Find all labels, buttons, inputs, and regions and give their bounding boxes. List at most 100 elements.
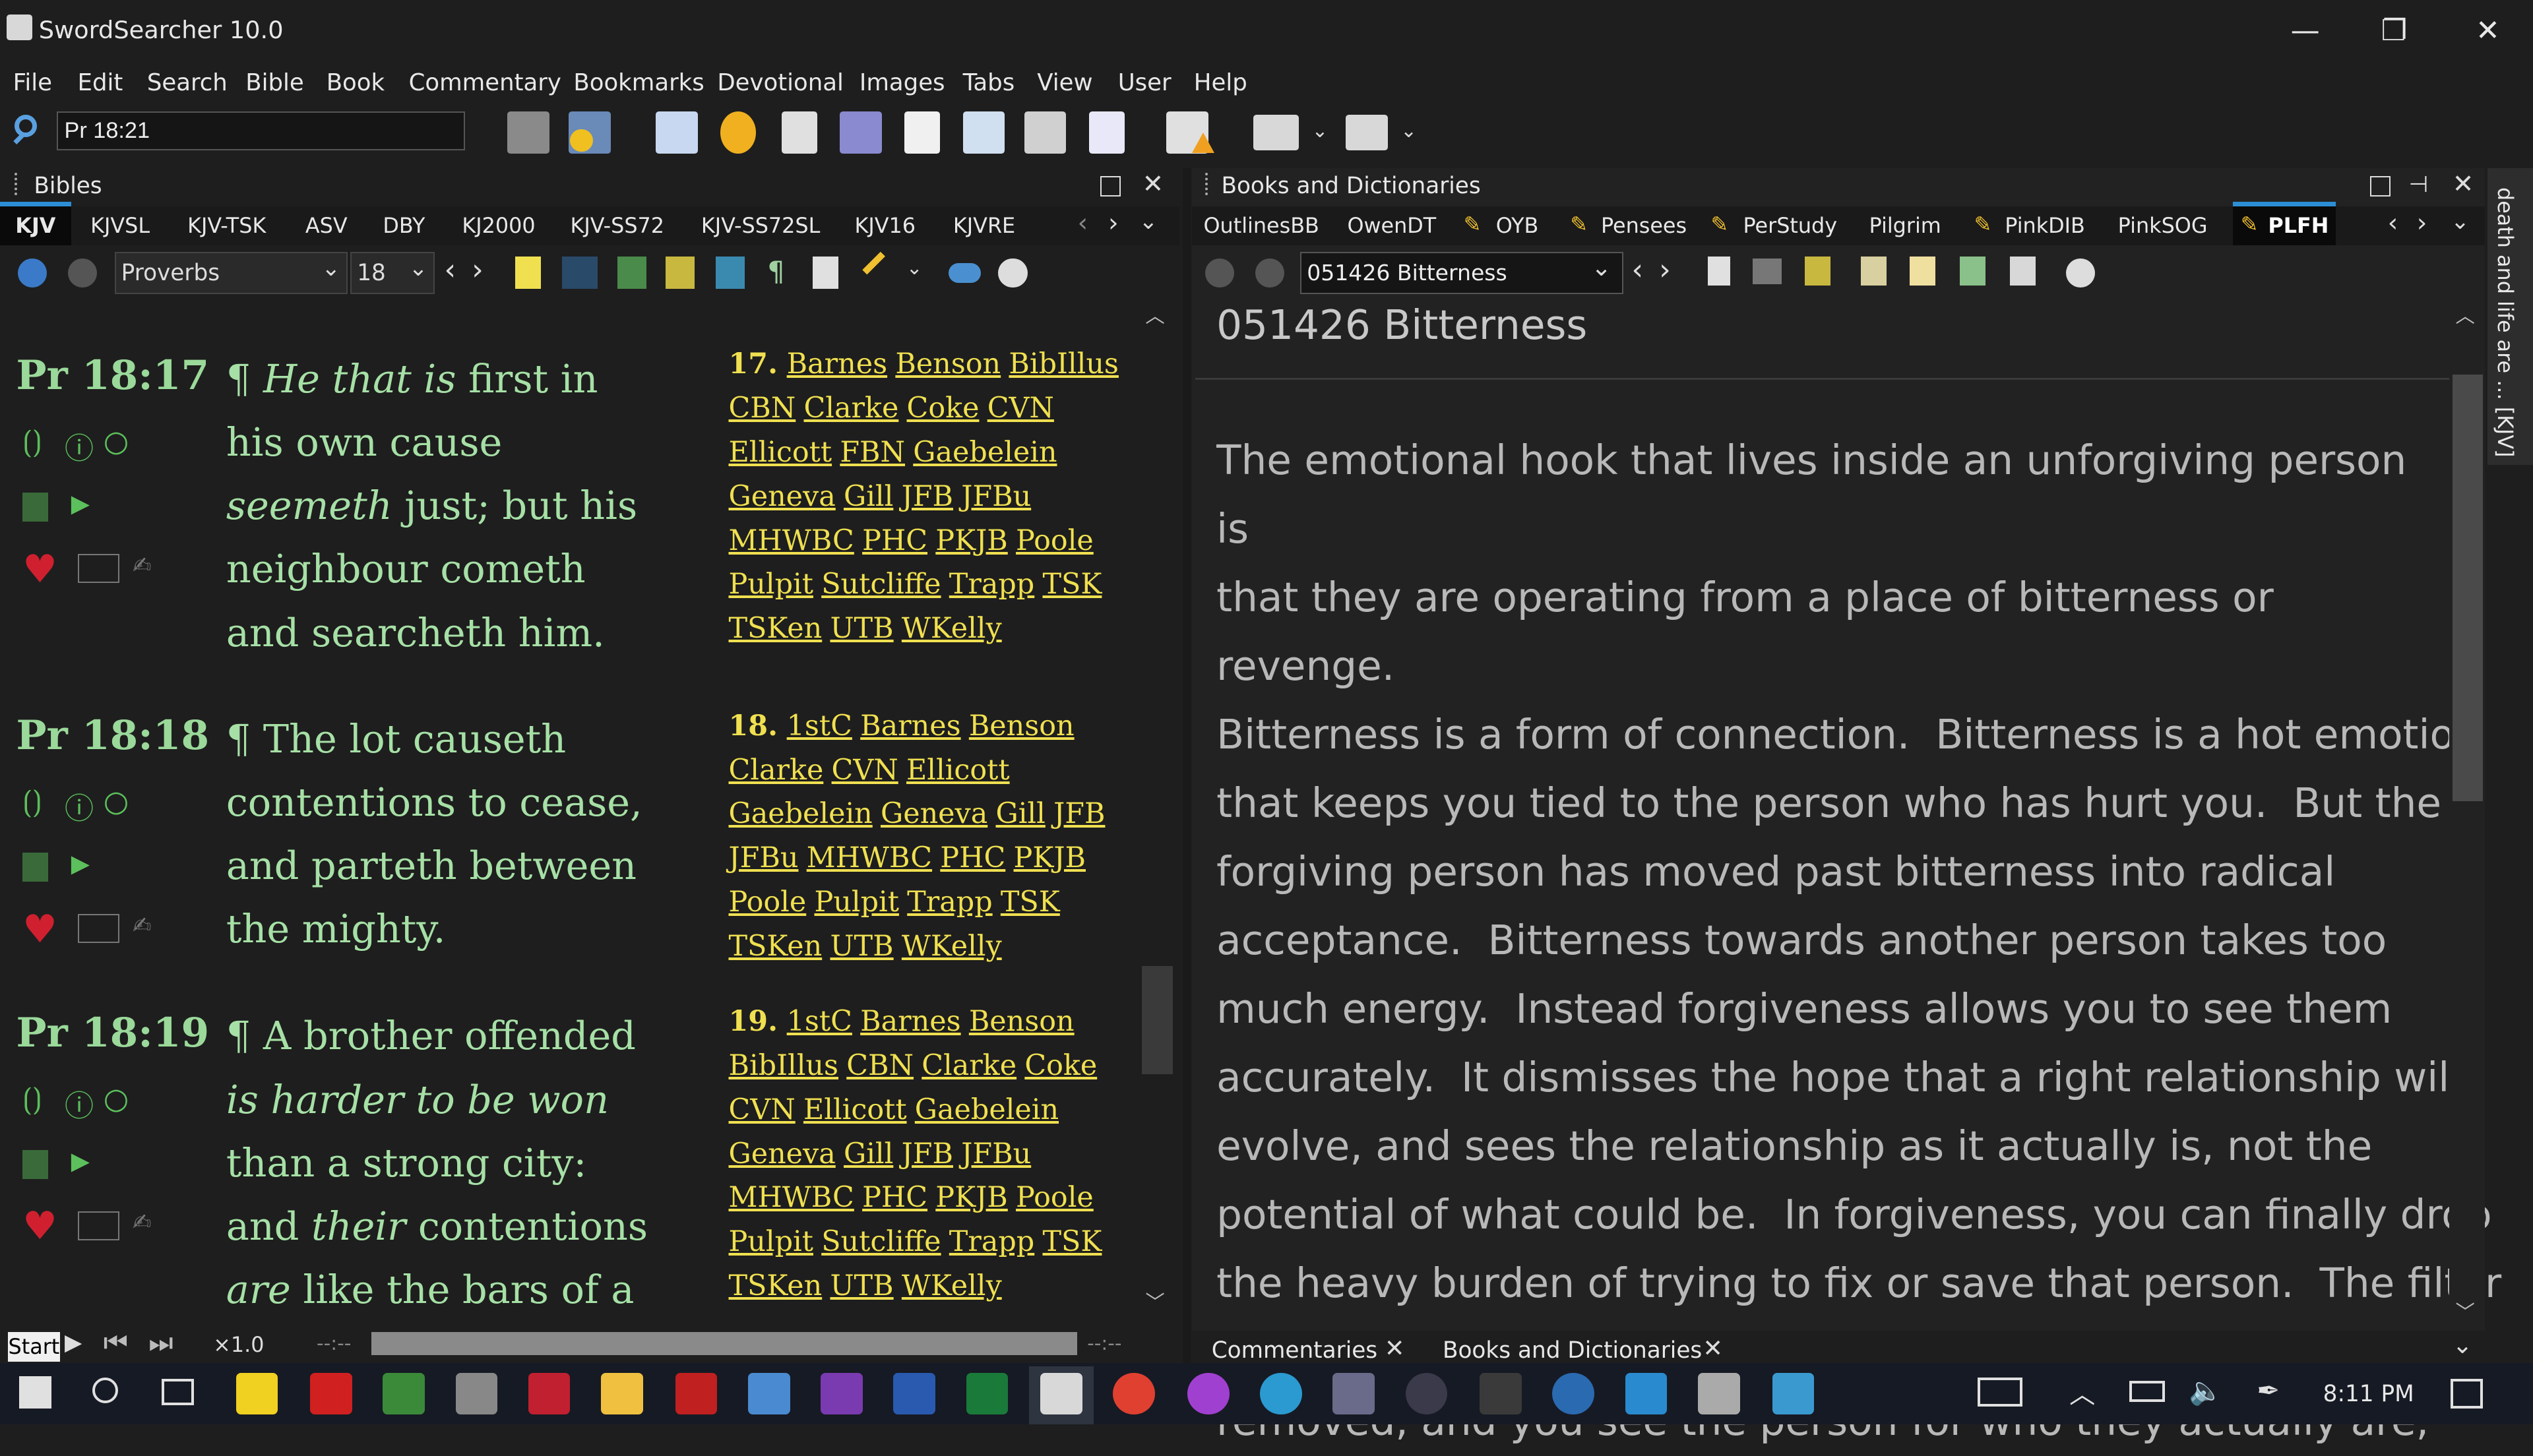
app-chat-icon[interactable] <box>1552 1372 1595 1415</box>
panel-splitter[interactable] <box>1182 167 1191 1363</box>
copy-verse-icon[interactable] <box>22 853 49 882</box>
tab-kj2000[interactable]: KJ2000 <box>462 206 535 245</box>
page-icon[interactable] <box>904 111 941 154</box>
tab-pinkdib[interactable]: PinkDIB <box>2005 206 2085 245</box>
commentary-link[interactable]: Sutcliffe <box>821 1225 941 1258</box>
commentary-link[interactable]: TSKen <box>728 930 822 963</box>
commentary-link[interactable]: JFB <box>902 1138 953 1170</box>
comment-icon[interactable]: ○ <box>104 785 129 818</box>
commentary-link[interactable]: TSK <box>1001 886 1060 919</box>
close-tab-icon[interactable]: ✕ <box>1385 1334 1405 1362</box>
app-flame-icon[interactable] <box>675 1372 718 1415</box>
commentary-link[interactable]: Coke <box>1024 1049 1097 1082</box>
commentary-link[interactable]: Trapp <box>949 1225 1034 1258</box>
commentary-link[interactable]: Gill <box>844 480 893 513</box>
tab-perstudy[interactable]: PerStudy <box>1743 206 1837 245</box>
scroll-up-icon[interactable]: ︿ <box>1145 301 1164 328</box>
app-red-icon[interactable] <box>528 1372 571 1415</box>
commentary-link[interactable]: UTB <box>830 1269 893 1302</box>
heart-icon[interactable]: ♥ <box>22 546 57 592</box>
maximize-panel-icon[interactable] <box>1100 175 1121 197</box>
commentary-link[interactable]: Ellicott <box>728 436 832 469</box>
commentary-link[interactable]: WKelly <box>902 612 1002 645</box>
layout-dropdown-chevron-icon[interactable]: ⌄ <box>1312 119 1329 142</box>
edit-icon[interactable] <box>1861 257 1887 286</box>
commentary-link[interactable]: TSKen <box>728 612 822 645</box>
tab-kjv-ss72[interactable]: KJV-SS72 <box>570 206 664 245</box>
folder-dropdown-chevron-icon[interactable]: ⌄ <box>1400 119 1417 142</box>
clock[interactable]: 8:11 PM <box>2323 1381 2414 1407</box>
commentary-link[interactable]: JFB <box>1053 797 1105 830</box>
menu-devotional[interactable]: Devotional <box>717 69 844 96</box>
commentary-link[interactable]: PKJB <box>1014 841 1086 874</box>
edge-icon[interactable] <box>1260 1372 1302 1415</box>
media-player-icon[interactable] <box>1405 1372 1448 1415</box>
app-drawer-icon[interactable] <box>1697 1372 1740 1415</box>
pdf-icon[interactable] <box>310 1372 352 1415</box>
bible-scrollbar[interactable] <box>1140 301 1173 1316</box>
verse-reference[interactable]: Pr 18:17 <box>16 352 209 399</box>
commentary-link[interactable]: TSK <box>1042 1225 1102 1258</box>
tab-pinksog[interactable]: PinkSOG <box>2118 206 2208 245</box>
commentary-link[interactable]: PHC <box>862 524 927 557</box>
tabs-list-icon[interactable]: ⌄ <box>2451 208 2470 235</box>
tab-kjvre[interactable]: KJVRE <box>953 206 1015 245</box>
word-icon[interactable] <box>893 1372 935 1415</box>
swordsearcher-taskbar-icon[interactable] <box>1040 1372 1082 1415</box>
menu-user[interactable]: User <box>1118 69 1172 96</box>
menu-commentary[interactable]: Commentary <box>409 69 561 96</box>
commentary-link[interactable]: Coke <box>907 392 980 425</box>
commentary-link[interactable]: Poole <box>728 886 806 919</box>
collapse-panel-icon[interactable]: ⌄ <box>2453 1331 2473 1359</box>
tabs-next-icon[interactable]: › <box>2417 208 2427 238</box>
news-widget-icon[interactable] <box>1977 1377 2023 1407</box>
tab-kjv-ss72sl[interactable]: KJV-SS72SL <box>701 206 821 245</box>
menu-book[interactable]: Book <box>327 69 385 96</box>
commentary-link[interactable]: Gaebelein <box>728 797 872 830</box>
new-note-icon[interactable] <box>1909 257 1935 286</box>
commentary-link[interactable]: Benson <box>895 348 1001 380</box>
commentary-link[interactable]: Poole <box>1016 524 1094 557</box>
delete-note-icon[interactable] <box>2009 257 2036 286</box>
tab-oyb[interactable]: OYB <box>1496 206 1539 245</box>
reference-input[interactable] <box>56 111 466 150</box>
file-explorer-icon[interactable] <box>601 1372 643 1415</box>
parallel-icon[interactable]: ⟮⟯ <box>22 1082 42 1116</box>
commentary-link[interactable]: Gill <box>844 1138 893 1170</box>
commentary-link[interactable]: UTB <box>830 612 893 645</box>
app-cortana-icon[interactable] <box>1625 1372 1668 1415</box>
tab-pensees[interactable]: Pensees <box>1601 206 1687 245</box>
onenote-icon[interactable] <box>821 1372 863 1415</box>
play-verse-icon[interactable]: ▶ <box>71 489 90 518</box>
export-icon[interactable] <box>1959 257 1986 286</box>
scroll-down-icon[interactable]: ﹀ <box>1145 1287 1164 1315</box>
print-icon[interactable] <box>1753 258 1782 284</box>
tags-icon[interactable] <box>715 257 745 289</box>
columns-icon[interactable] <box>812 257 839 289</box>
menu-view[interactable]: View <box>1037 69 1092 96</box>
commentary-link[interactable]: Clarke <box>922 1049 1016 1082</box>
commentary-link[interactable]: Gaebelein <box>915 1093 1059 1126</box>
commentary-link[interactable]: Trapp <box>907 886 992 919</box>
commentary-link[interactable]: PHC <box>940 841 1005 874</box>
book-icon[interactable] <box>77 553 120 584</box>
commentary-link[interactable]: JFBu <box>961 480 1031 513</box>
tabs-prev-icon[interactable]: ‹ <box>1077 208 1088 238</box>
commentary-link[interactable]: Geneva <box>728 480 835 513</box>
skip-back-icon[interactable]: ⏮ <box>104 1326 128 1359</box>
commentary-link[interactable]: 1stC <box>787 710 852 743</box>
tray-expand-icon[interactable]: ︿ <box>2069 1374 2095 1411</box>
cloud-icon[interactable] <box>948 263 981 283</box>
commentary-link[interactable]: FBN <box>840 436 905 469</box>
excel-icon[interactable] <box>966 1372 1009 1415</box>
heart-icon[interactable]: ♥ <box>22 1203 57 1248</box>
audio-progress-bar[interactable] <box>371 1332 1078 1355</box>
tab-dby[interactable]: DBY <box>383 206 425 245</box>
commentary-link[interactable]: Geneva <box>881 797 987 830</box>
commentary-link[interactable]: Barnes <box>860 710 960 743</box>
commentary-link[interactable]: UTB <box>830 930 893 963</box>
commentary-link[interactable]: Poole <box>1016 1181 1094 1214</box>
commentary-link[interactable]: JFBu <box>961 1138 1031 1170</box>
pen-tray-icon[interactable]: ✒ <box>2257 1374 2280 1407</box>
audio-icon[interactable] <box>2066 258 2096 288</box>
